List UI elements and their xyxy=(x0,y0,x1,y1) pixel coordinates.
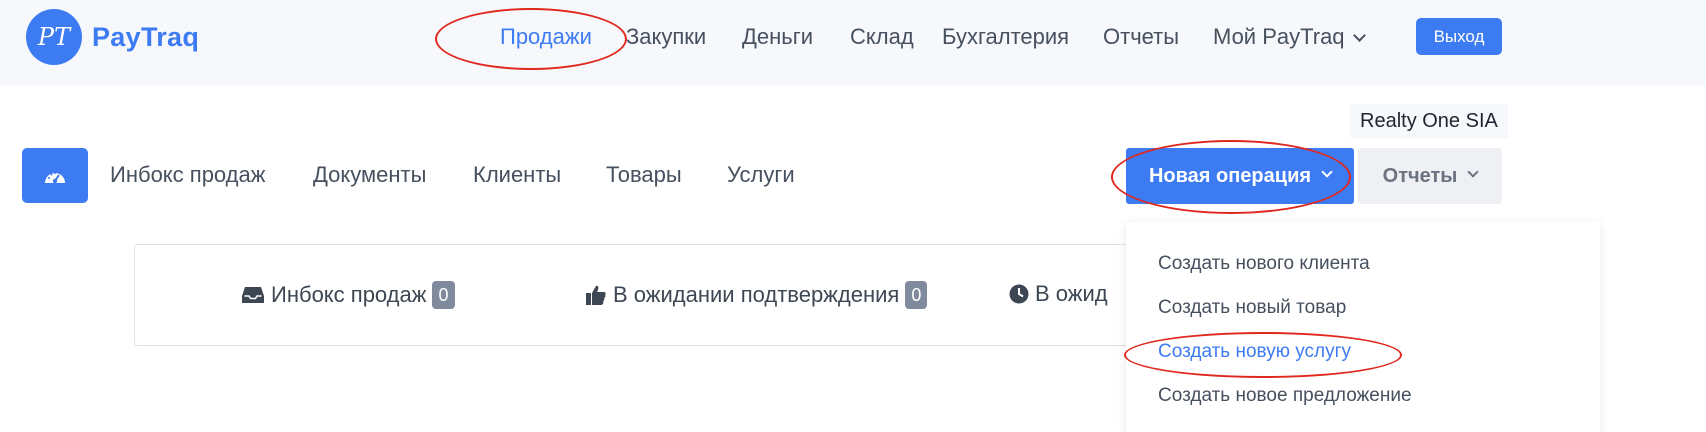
speedometer-icon xyxy=(45,171,65,183)
new-operation-label: Новая операция xyxy=(1148,164,1312,187)
nav-my-paytraq-label: Мой PayTraq xyxy=(1213,24,1345,49)
nav-reports[interactable]: Отчеты xyxy=(1103,22,1179,52)
count-badge: 0 xyxy=(432,281,455,309)
chevron-down-icon xyxy=(1321,166,1333,178)
nav-purchases[interactable]: Закупки xyxy=(626,22,706,52)
dashboard-button[interactable] xyxy=(22,148,88,203)
thumbs-up-icon xyxy=(585,284,607,306)
subnav-services[interactable]: Услуги xyxy=(727,161,795,189)
reports-label: Отчеты xyxy=(1382,164,1458,187)
status-sales-inbox[interactable]: Инбокс продаж 0 xyxy=(241,281,455,309)
status-card: Инбокс продаж 0 В ожидании подтверждения… xyxy=(134,244,1136,346)
new-operation-button[interactable]: Новая операция xyxy=(1126,148,1354,204)
company-name: Realty One SIA xyxy=(1350,104,1508,138)
chevron-down-icon xyxy=(1467,166,1480,178)
subnav-clients[interactable]: Клиенты xyxy=(473,161,561,189)
menu-create-product[interactable]: Создать новый товар xyxy=(1158,296,1346,320)
logo-mark: PT xyxy=(26,9,82,65)
subnav-products[interactable]: Товары xyxy=(606,161,682,189)
menu-create-offer[interactable]: Создать новое предложение xyxy=(1158,384,1412,408)
chevron-down-icon xyxy=(1352,29,1366,42)
subnav-documents[interactable]: Документы xyxy=(313,161,426,189)
nav-accounting[interactable]: Бухгалтерия xyxy=(942,22,1069,52)
menu-create-client[interactable]: Создать нового клиента xyxy=(1158,252,1370,276)
paytraq-logo[interactable]: PT PayTraq xyxy=(26,9,199,65)
nav-my-paytraq[interactable]: Мой PayTraq xyxy=(1213,22,1366,52)
status-awaiting[interactable]: В ожид xyxy=(1009,281,1108,307)
status-awaiting-confirmation[interactable]: В ожидании подтверждения 0 xyxy=(585,281,928,309)
new-operation-menu: Создать нового клиента Создать новый тов… xyxy=(1126,222,1600,432)
inbox-icon xyxy=(241,286,265,304)
status-label: В ожидании подтверждения xyxy=(613,282,900,307)
count-badge: 0 xyxy=(905,281,928,309)
nav-money[interactable]: Деньги xyxy=(742,22,813,52)
status-label: В ожид xyxy=(1035,281,1108,306)
logo-text: PayTraq xyxy=(92,21,200,52)
clock-icon xyxy=(1009,284,1029,304)
reports-dropdown-button[interactable]: Отчеты xyxy=(1358,148,1502,204)
menu-create-service[interactable]: Создать новую услугу xyxy=(1158,340,1351,364)
subnav-sales-inbox[interactable]: Инбокс продаж xyxy=(110,161,265,189)
logout-button[interactable]: Выход xyxy=(1416,18,1502,55)
nav-sales[interactable]: Продажи xyxy=(500,22,592,52)
status-label: Инбокс продаж xyxy=(271,282,427,307)
nav-warehouse[interactable]: Склад xyxy=(850,22,914,52)
